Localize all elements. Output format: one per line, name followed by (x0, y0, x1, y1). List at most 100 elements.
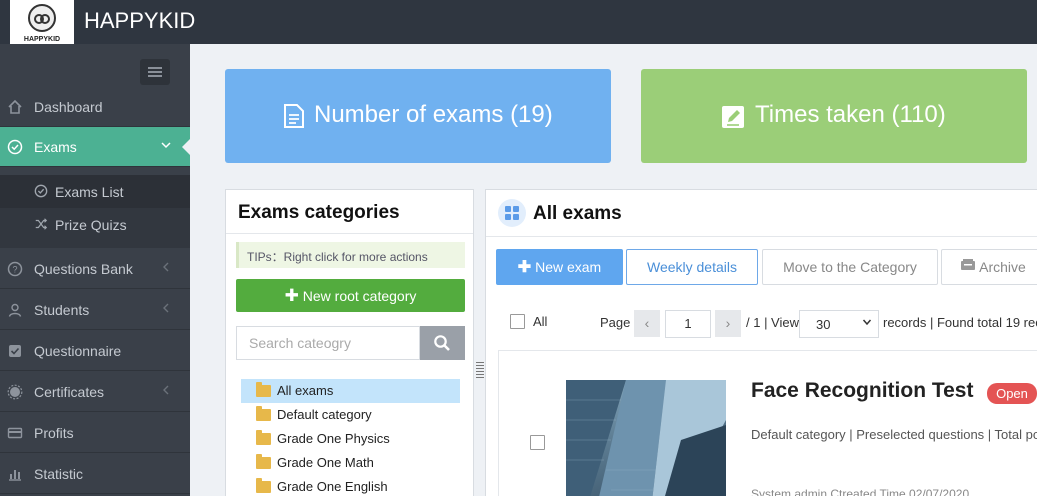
folder-icon (256, 454, 271, 469)
home-icon (7, 99, 23, 115)
chevron-left-icon (160, 301, 172, 317)
tree-item[interactable]: Grade One Math (241, 451, 460, 475)
folder-icon (256, 478, 271, 493)
svg-text:?: ? (12, 265, 17, 275)
new-root-category-button[interactable]: ✚ New root category (236, 279, 465, 312)
plus-icon: ✚ (517, 259, 532, 276)
sidebar-item-label: Questions Bank (34, 261, 133, 277)
tree-item-label: Grade One English (277, 479, 388, 494)
new-exam-button[interactable]: ✚ New exam (496, 249, 623, 285)
bar-chart-icon (7, 466, 23, 482)
tree-item-label: Grade One Math (277, 455, 374, 470)
tree-item[interactable]: Grade One Physics (241, 427, 460, 451)
exams-title: All exams (533, 203, 622, 224)
sidebar-item-label: Profits (34, 425, 74, 441)
category-search-input[interactable] (236, 326, 420, 360)
sidebar-item-questions-bank[interactable]: ? Questions Bank (0, 249, 190, 289)
logo-text: HAPPYKID (23, 36, 61, 43)
page-size-value: 30 (816, 317, 831, 332)
status-badge: Open (987, 383, 1037, 404)
page-label: Page (600, 315, 631, 330)
sidebar-subitem-label: Exams List (55, 184, 124, 200)
sidebar-item-label: Dashboard (34, 99, 103, 115)
sidebar-item-label: Statistic (34, 466, 84, 482)
next-page-button[interactable]: › (715, 310, 741, 337)
app-title: HAPPYKID (84, 8, 196, 33)
sidebar-item-students[interactable]: Students (0, 290, 190, 330)
total-pages-label: / 1 | View (746, 315, 799, 330)
menu-line (148, 67, 162, 69)
page-size-select[interactable]: 30 (799, 310, 879, 338)
sidebar-item-statistic[interactable]: Statistic (0, 454, 190, 494)
new-root-category-label: New root category (302, 288, 417, 304)
folder-icon (256, 406, 271, 421)
sidebar-item-label: Certificates (34, 384, 105, 400)
grid-icon (498, 199, 526, 227)
app-logo[interactable]: HAPPYKID (10, 0, 74, 44)
tree-item-all-exams[interactable]: All exams (241, 379, 460, 403)
sidebar: Dashboard Exams Exams List Prize Quizs ?… (0, 44, 190, 496)
category-search-button[interactable] (420, 326, 465, 360)
prev-page-button[interactable]: ‹ (634, 310, 660, 337)
tree-item[interactable]: Default category (241, 403, 460, 427)
sidebar-subitem-prize-quizs[interactable]: Prize Quizs (0, 208, 190, 241)
exams-count-card[interactable]: Number of exams (19) (225, 69, 611, 163)
categories-title: Exams categories (238, 202, 400, 223)
archive-label: Archive (979, 259, 1026, 275)
tree-item-label: All exams (277, 383, 334, 398)
move-to-category-button[interactable]: Move to the Category (762, 249, 938, 285)
exam-select-checkbox[interactable] (530, 435, 545, 450)
shuffle-icon (34, 217, 48, 234)
exam-meta: Default category | Preselected questions… (751, 427, 1037, 442)
badge-icon (7, 384, 23, 400)
document-icon (283, 103, 305, 129)
tips-banner: TIPs：Right click for more actions (236, 242, 465, 268)
select-all-label: All (533, 314, 548, 329)
select-all-checkbox[interactable] (510, 314, 525, 329)
new-exam-label: New exam (535, 259, 602, 275)
logo-face-icon (28, 4, 56, 32)
sidebar-item-dashboard[interactable]: Dashboard (0, 87, 190, 127)
plus-icon: ✚ (284, 286, 299, 305)
page-number-input[interactable]: 1 (665, 310, 711, 338)
top-bar: HAPPYKID HAPPYKID (0, 0, 1037, 44)
tree-item-label: Default category (277, 407, 372, 422)
archive-icon (960, 250, 976, 284)
menu-line (148, 75, 162, 77)
sidebar-toggle-button[interactable] (140, 59, 170, 85)
question-circle-icon: ? (7, 261, 23, 277)
user-icon (7, 302, 23, 318)
exam-cover-image[interactable] (566, 380, 726, 496)
exam-card[interactable]: Face Recognition Test Open Default categ… (498, 350, 1037, 496)
records-summary: records | Found total 19 rec (883, 315, 1037, 330)
sidebar-subitem-label: Prize Quizs (55, 217, 127, 233)
times-taken-text: Times taken (110) (755, 101, 946, 128)
times-taken-card[interactable]: Times taken (110) (641, 69, 1027, 163)
folder-icon (256, 430, 271, 445)
sidebar-item-profits[interactable]: Profits (0, 413, 190, 453)
sidebar-item-questionnaire[interactable]: Questionnaire (0, 331, 190, 371)
panel-resize-handle[interactable] (476, 362, 484, 382)
sidebar-item-exams[interactable]: Exams (0, 127, 190, 167)
archive-button[interactable]: Archive (941, 249, 1037, 285)
checkbox-icon (7, 343, 23, 359)
exams-submenu: Exams List Prize Quizs (0, 175, 190, 248)
sidebar-item-label: Questionnaire (34, 343, 122, 359)
tree-item[interactable]: Grade One English (241, 475, 460, 496)
chevron-down-icon (862, 317, 872, 330)
sidebar-subitem-exams-list[interactable]: Exams List (0, 175, 190, 208)
weekly-details-button[interactable]: Weekly details (626, 249, 758, 285)
tree-item-label: Grade One Physics (277, 431, 390, 446)
edit-icon (721, 103, 744, 129)
sidebar-item-label: Exams (34, 139, 77, 155)
check-circle-icon (7, 139, 23, 155)
exam-name[interactable]: Face Recognition Test (751, 379, 973, 403)
exams-panel: All exams ✚ New exam Weekly details Move… (485, 189, 1037, 496)
menu-line (148, 71, 162, 73)
exam-footer: System admin Ctreated Time 02/07/2020 (751, 487, 970, 496)
categories-panel: Exams categories TIPs：Right click for mo… (225, 189, 474, 496)
search-icon (433, 334, 451, 357)
sidebar-item-certificates[interactable]: Certificates (0, 372, 190, 412)
check-circle-icon (34, 184, 48, 201)
folder-icon (256, 382, 271, 397)
